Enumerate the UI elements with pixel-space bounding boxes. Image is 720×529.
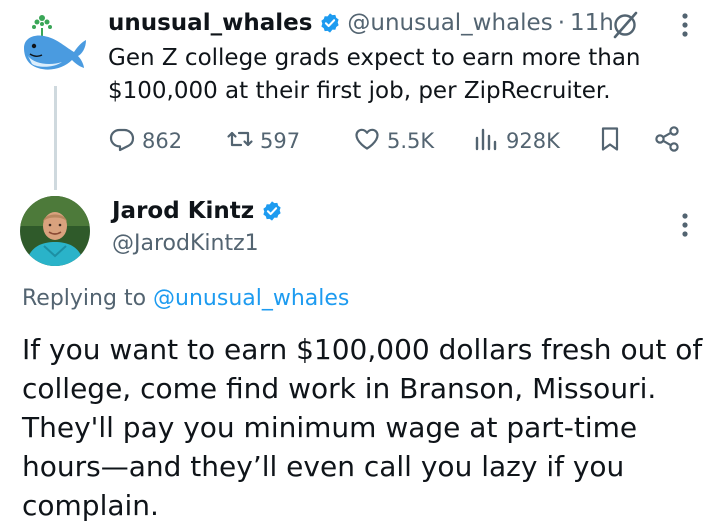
reply-author-name-row: Jarod Kintz	[112, 198, 289, 224]
replying-to-prefix: Replying to	[22, 286, 147, 311]
user-avatar[interactable]	[20, 196, 90, 266]
views-count: 928K	[506, 129, 560, 153]
verified-badge-icon	[319, 12, 341, 34]
separator-dot: ·	[557, 10, 566, 36]
repost-button[interactable]: 597	[226, 124, 300, 158]
like-button[interactable]: 5.5K	[353, 124, 434, 158]
tweet-actions-bar: 862 597 5.5K 928K	[108, 124, 688, 158]
replying-to-line: Replying to @unusual_whales	[22, 286, 349, 311]
whale-avatar-icon[interactable]	[20, 10, 90, 80]
share-icon	[653, 125, 687, 158]
tweet-time[interactable]: 11h	[570, 10, 614, 36]
reply-button[interactable]: 862	[108, 124, 182, 158]
reply-text: If you want to earn $100,000 dollars fre…	[22, 333, 703, 522]
heart-icon	[353, 125, 387, 158]
reply-count: 862	[142, 129, 183, 153]
author-handle[interactable]: @unusual_whales	[347, 10, 552, 36]
thread-connector-line	[54, 86, 57, 190]
author-name[interactable]: unusual_whales	[108, 10, 312, 36]
repost-icon	[226, 125, 260, 158]
verified-badge-icon	[261, 200, 283, 222]
bookmark-icon	[596, 125, 630, 158]
views-button[interactable]: 928K	[472, 124, 560, 158]
replying-to-link[interactable]: @unusual_whales	[153, 286, 349, 311]
like-count: 5.5K	[387, 129, 435, 153]
share-button[interactable]	[653, 124, 687, 158]
repost-count: 597	[260, 129, 301, 153]
reply-author-name[interactable]: Jarod Kintz	[112, 198, 254, 224]
grok-icon[interactable]	[610, 9, 640, 39]
tweet-header: unusual_whales @unusual_whales · 11h	[108, 8, 614, 38]
more-options-icon[interactable]	[681, 12, 689, 38]
tweet-text: Gen Z college grads expect to earn more …	[108, 45, 641, 104]
reply-icon	[108, 125, 142, 158]
bookmark-button[interactable]	[596, 124, 630, 158]
more-options-icon[interactable]	[681, 212, 689, 238]
views-chart-icon	[472, 125, 506, 158]
reply-author-handle[interactable]: @JarodKintz1	[112, 231, 259, 256]
